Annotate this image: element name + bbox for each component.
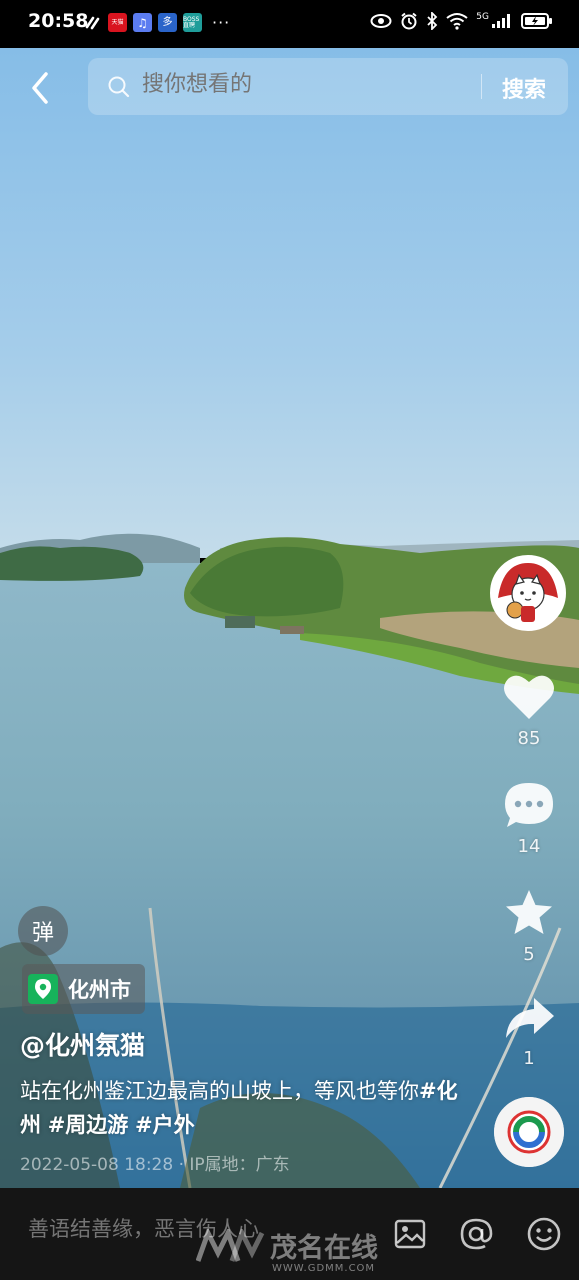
search-bar: 搜索 [88,58,568,115]
music-cover-image [494,1097,564,1167]
mention-button[interactable] [458,1216,494,1252]
location-tag[interactable]: 化州市 [22,964,145,1014]
music-disc[interactable] [494,1097,564,1167]
share-action[interactable]: 1 [494,994,564,1069]
music-app-icon: ♫ [133,13,152,32]
search-input[interactable] [140,71,464,98]
search-icon [108,76,130,98]
system-status-icons: 5G [370,12,553,30]
description-text: 站在化州鉴江边最高的山坡上，等风也等你 [20,1079,419,1103]
like-count: 85 [517,728,541,749]
comment-action[interactable]: 14 [494,780,564,857]
wifi-icon [446,13,468,30]
video-player[interactable] [0,48,579,1188]
comment-bubble-icon [505,783,553,827]
network-type: 5G [476,12,489,22]
video-feed-screen: 20:58 天猫 ♫ 多 BOSS直聘 ··· 5G 搜你想看的 搜索 85 1… [0,0,579,1280]
image-icon [394,1219,426,1249]
status-bar: 20:58 天猫 ♫ 多 BOSS直聘 ··· 5G [0,0,579,48]
hashtag[interactable]: #周边游 [48,1113,129,1137]
duoduo-app-icon: 多 [158,13,177,32]
hashtag[interactable]: #户外 [135,1113,195,1137]
heart-icon [504,675,554,719]
author-avatar[interactable] [490,555,566,631]
danmaku-toggle-button[interactable]: 弹 [18,906,68,956]
eye-icon [370,14,392,28]
emoji-button[interactable] [526,1216,562,1252]
signal-icon [492,14,510,28]
danmaku-label: 弹 [31,921,54,946]
boss-app-icon: BOSS直聘 [183,13,202,32]
video-description: 站在化州鉴江边最高的山坡上，等风也等你#化州 #周边游 #户外 [20,1074,460,1142]
watermark-url: WWW.GDMM.COM [272,1263,376,1274]
lucky-cat-avatar-image [493,558,563,628]
link-icon [85,16,100,29]
favorite-count: 5 [523,944,535,965]
at-icon [460,1218,493,1250]
post-meta: 2022-05-08 18:28 · IP属地：广东 [20,1155,290,1175]
chevron-left-icon [32,72,48,104]
location-name: 化州市 [68,978,131,1002]
more-notifications-icon: ··· [212,13,231,32]
author-name[interactable]: @化州氛猫 [20,1026,145,1062]
watermark-text: 茂名在线 [270,1233,378,1264]
back-button[interactable] [26,70,58,106]
location-pin-icon [28,974,58,1004]
search-divider [481,74,482,99]
search-button[interactable]: 搜索 [502,72,546,104]
share-arrow-icon [506,998,554,1038]
share-count: 1 [523,1048,535,1069]
favorite-action[interactable]: 5 [494,888,564,965]
battery-icon [521,13,552,29]
status-time: 20:58 [28,10,89,32]
like-action[interactable]: 85 [494,672,564,749]
image-button[interactable] [392,1216,428,1252]
river-landscape-image [0,48,579,1188]
smiley-icon [527,1217,561,1251]
comment-count: 14 [517,836,541,857]
bluetooth-icon [427,12,438,30]
alarm-icon [401,12,417,30]
watermark-logo-icon [195,1226,266,1270]
tmall-app-icon: 天猫 [108,13,127,32]
star-icon [506,890,552,934]
notification-icons: 天猫 ♫ 多 BOSS直聘 ··· [84,13,230,32]
